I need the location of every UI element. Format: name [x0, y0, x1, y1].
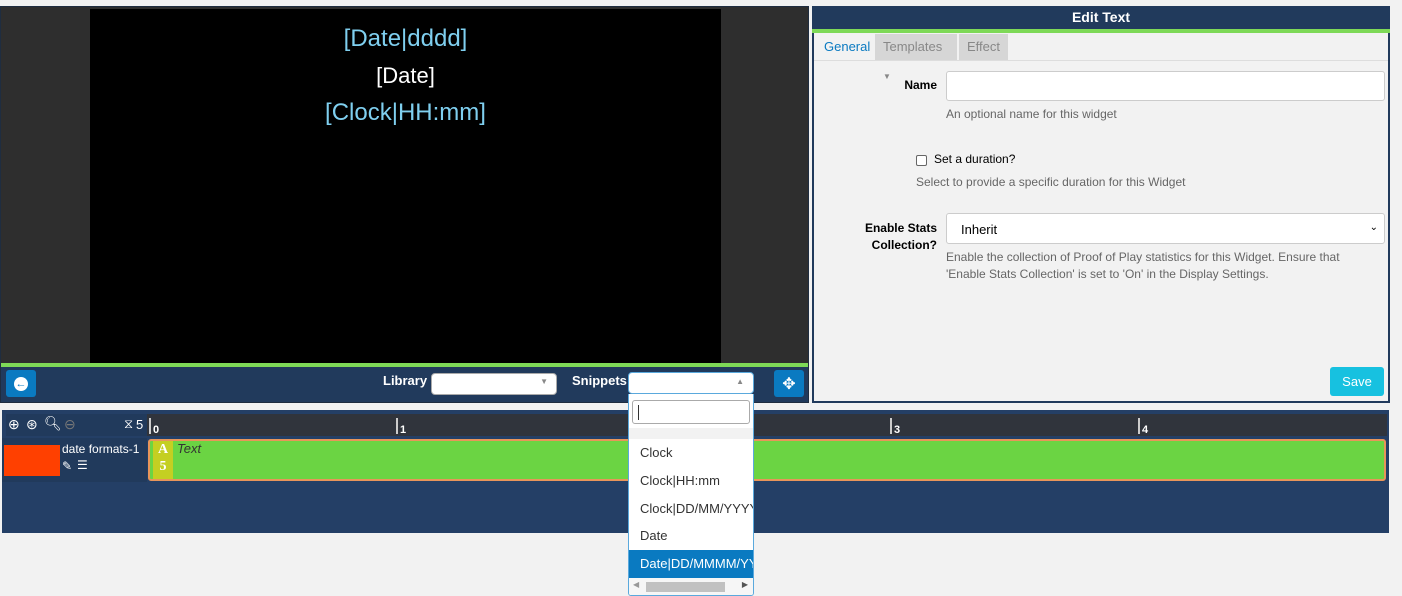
stats-label: Enable Stats Collection? [865, 220, 937, 254]
zoom-out-icon[interactable]: ⊖ [64, 416, 76, 433]
snippets-label: Snippets [572, 373, 627, 388]
stats-label-line: Collection? [871, 238, 937, 252]
zoom-fit-icon[interactable]: ⊛ [26, 416, 38, 433]
stats-value: Inherit [961, 222, 998, 237]
duration-help: Select to provide a specific duration fo… [916, 175, 1186, 189]
scrollbar-thumb[interactable] [646, 582, 725, 592]
tab-effect[interactable]: Effect [959, 34, 1009, 60]
chevron-down-icon: ⌄ [1369, 222, 1378, 233]
divider [812, 29, 1390, 33]
preview-canvas: [Date|dddd] [Date] [Clock|HH:mm] [90, 9, 721, 364]
timeline-duration: 5 [136, 417, 144, 432]
timeline-controls: ⊕ ⊛ 🔍︎ ⊖ ⧖ 5 [6, 414, 147, 436]
help-line: Enable the collection of Proof of Play s… [946, 250, 1340, 264]
preview-text-line: [Date|dddd] [343, 25, 468, 52]
caret-down-icon: ▼ [883, 72, 891, 81]
tab-templates[interactable]: Templates ▼ [875, 34, 957, 81]
tab-label: Templates [883, 39, 943, 54]
scroll-left-icon[interactable]: ◀ [633, 580, 639, 589]
widget-type-letter: A [157, 442, 169, 457]
name-input[interactable] [946, 71, 1385, 101]
snippet-option[interactable]: Clock|DD/MM/YYYY [629, 495, 753, 523]
edit-icon[interactable]: ✎ [62, 459, 72, 473]
timeline-ruler: 0 1 3 4 [147, 414, 1387, 436]
snippet-option[interactable]: Clock|HH:mm [629, 467, 753, 495]
widget-badge: A5 [153, 441, 173, 479]
stats-select[interactable]: Inherit ⌄ [946, 213, 1385, 244]
snippets-search-input[interactable] [632, 400, 750, 424]
horizontal-scrollbar[interactable]: ◀ ▶ [629, 578, 753, 595]
ruler-tick: 3 [890, 418, 900, 436]
name-label: Name [904, 78, 937, 92]
widget-duration: 5 [159, 459, 167, 474]
search-icon[interactable]: 🔍︎ [44, 415, 62, 432]
library-label: Library [383, 373, 428, 388]
ruler-tick: 1 [396, 418, 406, 436]
move-icon: ✥ [782, 375, 796, 393]
snippet-option-highlighted[interactable]: Date|DD/MMMM/YYYY [629, 550, 753, 578]
duration-checkbox[interactable] [916, 155, 927, 166]
preview-text-line: [Clock|HH:mm] [325, 99, 486, 126]
back-button[interactable]: ← [6, 370, 36, 397]
snippet-option[interactable]: Date [629, 522, 753, 550]
zoom-in-icon[interactable]: ⊕ [8, 416, 20, 433]
name-help: An optional name for this widget [946, 107, 1117, 121]
hourglass-icon: ⧖ [124, 416, 134, 431]
stats-help: Enable the collection of Proof of Play s… [946, 249, 1340, 283]
widget-label: Text [177, 441, 202, 456]
edit-text-panel: Edit Text General Templates ▼ Effect Nam… [812, 6, 1390, 403]
region-header: date formats-1 ✎ ☰ [2, 438, 147, 482]
snippets-select[interactable]: ▲ [628, 372, 754, 394]
save-button[interactable]: Save [1330, 367, 1384, 396]
arrow-left-icon: ← [14, 376, 28, 391]
text-cursor [638, 405, 639, 420]
widget-block[interactable]: A5 Text [148, 439, 1386, 481]
library-select[interactable]: ▼ [431, 373, 557, 395]
stats-label-line: Enable Stats [864, 221, 937, 235]
divider [814, 60, 1388, 61]
snippet-option[interactable]: Clock [629, 439, 753, 467]
scroll-right-icon[interactable]: ▶ [742, 580, 748, 589]
move-button[interactable]: ✥ [774, 370, 804, 397]
preview-text-line: [Date] [376, 63, 435, 88]
ruler-tick: 0 [149, 418, 159, 436]
help-line: 'Enable Stats Collection' is set to 'On'… [946, 267, 1269, 281]
layout-preview-panel: [Date|dddd] [Date] [Clock|HH:mm] ← Libra… [0, 6, 809, 403]
panel-title: Edit Text [812, 6, 1390, 29]
chevron-up-icon: ▲ [736, 377, 744, 386]
snippets-dropdown: Clock Clock|HH:mm Clock|DD/MM/YYYY Date … [628, 394, 754, 596]
option-placeholder [629, 428, 753, 439]
list-icon[interactable]: ☰ [77, 458, 88, 472]
region-name: date formats-1 [62, 442, 140, 456]
chevron-down-icon: ▼ [540, 377, 548, 386]
region-color-swatch [4, 445, 60, 476]
ruler-tick: 4 [1138, 418, 1148, 436]
tab-general[interactable]: General [816, 34, 879, 60]
duration-label: Set a duration? [934, 152, 1016, 166]
